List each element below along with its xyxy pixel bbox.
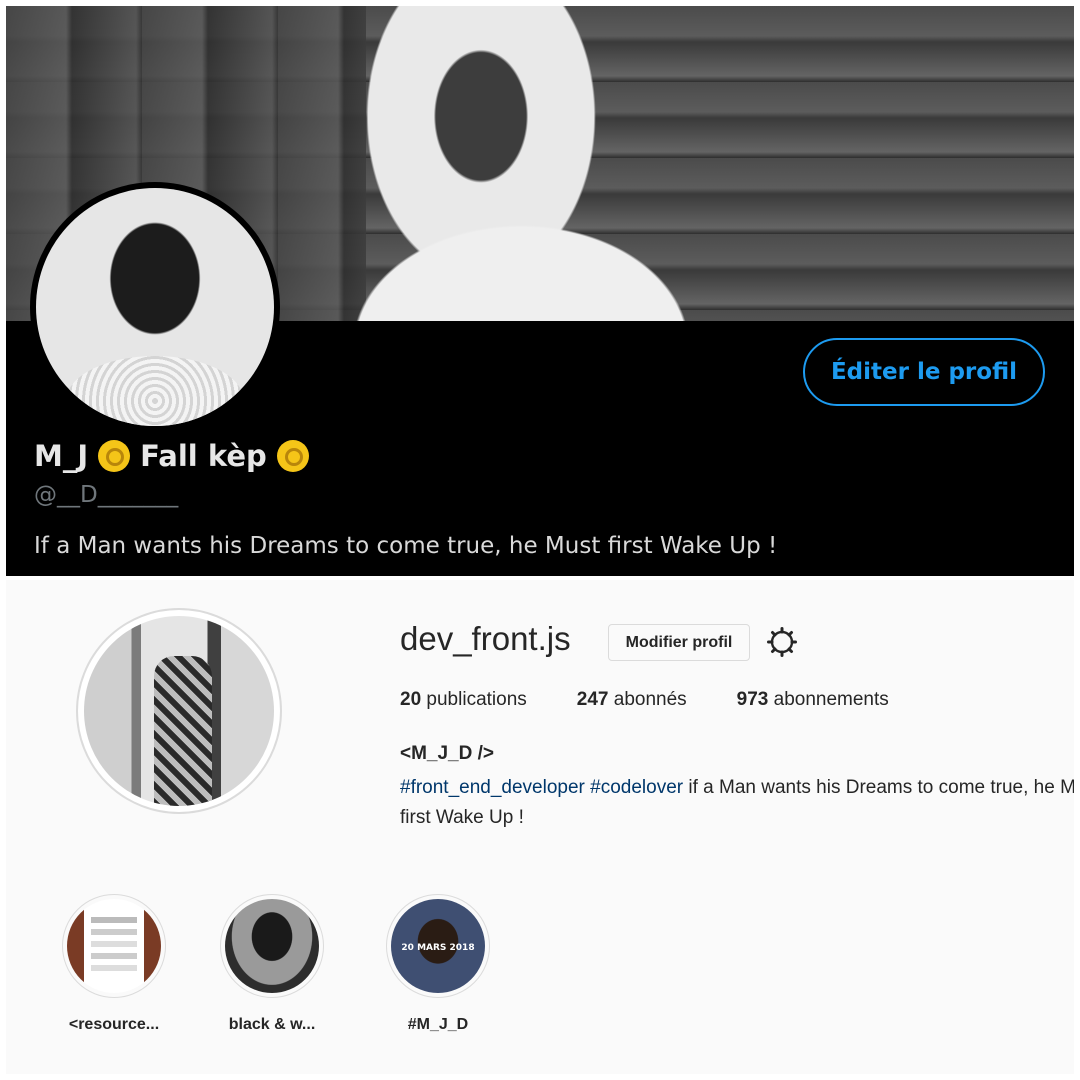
story-highlight[interactable]: black & w... [210, 894, 334, 1034]
username: dev_front.js [400, 620, 571, 657]
gear-icon[interactable] [766, 626, 798, 658]
full-name: <M_J_D /> [400, 743, 494, 764]
profile-stats: 20 publications 247 abonnés 973 abonneme… [400, 689, 889, 711]
highlight-ring: 20 MARS 2018 [386, 894, 490, 998]
highlight-cover [67, 899, 161, 993]
display-name: M_J Fall kèp [34, 439, 309, 473]
profile-bio: #front_end_developer #codelover if a Man… [400, 773, 1074, 833]
stat-publications[interactable]: 20 publications [400, 689, 527, 711]
edit-profile-button[interactable]: Modifier profil [608, 624, 750, 661]
instagram-profile-panel: dev_front.js Modifier profil 20 publicat… [6, 580, 1074, 1074]
stat-followers[interactable]: 247 abonnés [577, 689, 687, 711]
highlight-ring [220, 894, 324, 998]
avatar-photo [36, 188, 274, 426]
edit-profile-button[interactable]: Éditer le profil [803, 338, 1045, 406]
highlight-date-overlay: 20 MARS 2018 [401, 943, 475, 953]
avatar-photo [84, 616, 274, 806]
bio-hashtags[interactable]: #front_end_developer #codelover [400, 777, 683, 798]
highlight-label: black & w... [228, 1016, 316, 1033]
user-handle: @__D_______ [34, 482, 179, 508]
profile-bio: If a Man wants his Dreams to come true, … [34, 533, 778, 559]
banner-figure-robe [326, 206, 716, 321]
story-highlight[interactable]: <resource... [52, 894, 176, 1034]
display-name-suffix: Fall kèp [140, 439, 267, 473]
twitter-profile-panel: Éditer le profil M_J Fall kèp @__D______… [6, 6, 1074, 576]
profile-avatar[interactable] [30, 182, 280, 432]
display-name-text: M_J [34, 439, 89, 473]
ok-hand-emoji-icon [276, 440, 309, 472]
ok-hand-emoji-icon [98, 440, 131, 472]
bio-text-line2: first Wake Up ! [400, 807, 524, 828]
stat-following[interactable]: 973 abonnements [737, 689, 889, 711]
highlight-ring [62, 894, 166, 998]
story-highlight[interactable]: 20 MARS 2018 #M_J_D [376, 894, 500, 1034]
profile-avatar[interactable] [76, 608, 282, 814]
bio-text-line1: if a Man wants his Dreams to come true, … [688, 777, 1074, 798]
highlight-cover: 20 MARS 2018 [391, 899, 485, 993]
highlight-label: #M_J_D [407, 1016, 469, 1033]
highlight-label: <resource... [68, 1016, 160, 1033]
highlight-cover [225, 899, 319, 993]
